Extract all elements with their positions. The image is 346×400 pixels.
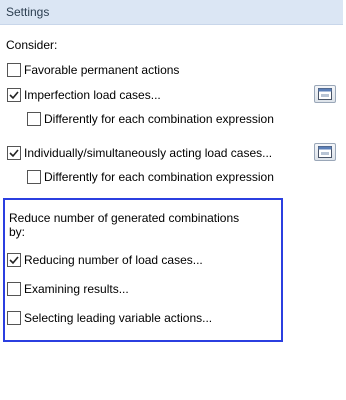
individually-differently-label: Differently for each combination express…	[44, 170, 274, 184]
imperfection-load-cases-checkbox[interactable]	[7, 88, 21, 102]
reducing-load-cases-label: Reducing number of load cases...	[24, 253, 203, 267]
individually-acting-label: Individually/simultaneously acting load …	[24, 146, 273, 160]
imperfection-load-cases-label: Imperfection load cases...	[24, 88, 161, 102]
examining-results-option[interactable]: Examining results...	[7, 281, 129, 297]
checkmark-icon	[9, 91, 19, 100]
imperfection-differently-label: Differently for each combination express…	[44, 112, 274, 126]
individually-acting-option[interactable]: Individually/simultaneously acting load …	[7, 145, 272, 161]
reducing-load-cases-checkbox[interactable]	[7, 253, 21, 267]
individually-acting-checkbox[interactable]	[7, 146, 21, 160]
favorable-permanent-actions-label: Favorable permanent actions	[24, 63, 180, 77]
selecting-leading-actions-checkbox[interactable]	[7, 311, 21, 325]
reducing-load-cases-option[interactable]: Reducing number of load cases...	[7, 252, 203, 268]
favorable-permanent-actions-checkbox[interactable]	[7, 63, 21, 77]
checkmark-icon	[9, 256, 19, 265]
imperfection-edit-button[interactable]	[314, 85, 336, 103]
individually-differently-option[interactable]: Differently for each combination express…	[27, 169, 274, 185]
settings-header: Settings	[0, 0, 343, 25]
settings-panel: Settings Consider: Favorable permanent a…	[0, 0, 346, 400]
individually-edit-button[interactable]	[314, 143, 336, 161]
checkmark-icon	[9, 149, 19, 158]
consider-label: Consider:	[6, 38, 58, 52]
individually-differently-checkbox[interactable]	[27, 170, 41, 184]
reduce-heading-line1: Reduce number of generated combinations	[9, 211, 240, 225]
examining-results-checkbox[interactable]	[7, 282, 21, 296]
selecting-leading-actions-option[interactable]: Selecting leading variable actions...	[7, 310, 212, 326]
reduce-heading-line2: by:	[9, 225, 26, 239]
edit-dialog-icon	[318, 146, 332, 158]
examining-results-label: Examining results...	[24, 282, 129, 296]
edit-dialog-icon	[318, 88, 332, 100]
selecting-leading-actions-label: Selecting leading variable actions...	[24, 311, 213, 325]
imperfection-differently-checkbox[interactable]	[27, 112, 41, 126]
favorable-permanent-actions-option[interactable]: Favorable permanent actions	[7, 62, 179, 78]
settings-title: Settings	[6, 5, 50, 19]
imperfection-load-cases-option[interactable]: Imperfection load cases...	[7, 87, 161, 103]
imperfection-differently-option[interactable]: Differently for each combination express…	[27, 111, 274, 127]
